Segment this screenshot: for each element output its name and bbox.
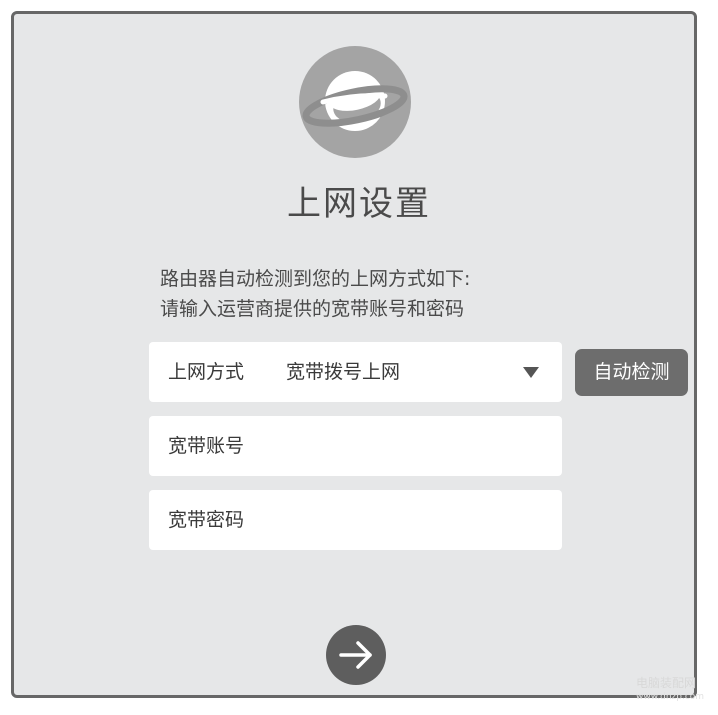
connection-type-label: 上网方式 [168, 361, 245, 383]
description-text: 路由器自动检测到您的上网方式如下: 请输入运营商提供的宽带账号和密码 [160, 264, 470, 324]
dropdown-arrow-icon[interactable] [523, 367, 539, 378]
auto-detect-button[interactable]: 自动检测 [575, 349, 688, 396]
watermark: 电脑装配网 www.dnzp.com [636, 675, 704, 703]
next-button[interactable] [326, 625, 386, 685]
broadband-account-input[interactable]: 宽带账号 [149, 416, 562, 476]
watermark-url: www.dnzp.com [636, 692, 705, 702]
planet-icon [299, 46, 411, 158]
broadband-account-placeholder: 宽带账号 [168, 435, 245, 457]
broadband-password-input[interactable]: 宽带密码 [149, 490, 562, 550]
description-line-2: 请输入运营商提供的宽带账号和密码 [160, 298, 465, 320]
arrow-right-icon [339, 641, 372, 669]
page-title: 上网设置 [287, 184, 431, 224]
connection-type-value: 宽带拨号上网 [286, 361, 401, 383]
connection-type-select[interactable]: 上网方式 宽带拨号上网 [149, 342, 562, 402]
description-line-1: 路由器自动检测到您的上网方式如下: [160, 268, 471, 290]
watermark-text: 电脑装配网 [636, 676, 697, 690]
broadband-password-placeholder: 宽带密码 [168, 509, 245, 531]
